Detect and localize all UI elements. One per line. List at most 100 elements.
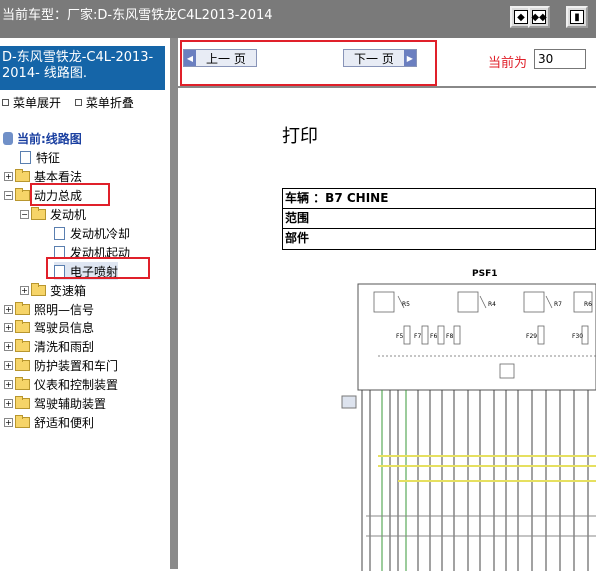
- expand-icon[interactable]: +: [4, 379, 13, 389]
- folder-icon: [15, 376, 30, 390]
- main-viewer: ◀ 上一 页 下一 页 ▶ 当前为 打印 车辆 ：B7 CHINE 范围 部件 …: [178, 38, 596, 571]
- tree-item-label: 特征: [36, 150, 61, 165]
- folder-icon: [15, 301, 30, 315]
- relay-label: R4: [488, 301, 496, 308]
- extra-tool-icon: ▮: [570, 10, 584, 24]
- tree-item-label: 基本看法: [34, 169, 83, 184]
- expand-icon[interactable]: +: [4, 304, 13, 314]
- info-row-component: 部件: [285, 231, 310, 245]
- tree-item-label: 清洗和雨刮: [34, 339, 95, 354]
- highlight-powertrain: [30, 183, 110, 206]
- panel-splitter[interactable]: [170, 38, 178, 569]
- print-title: 打印: [282, 126, 318, 147]
- tree-item-engine[interactable]: − 发动机: [20, 205, 86, 223]
- collapse-all-button[interactable]: 菜单折叠: [74, 96, 134, 110]
- expand-icon[interactable]: +: [20, 285, 29, 295]
- fit-page-icon: ◆: [514, 10, 528, 24]
- relay-label: R6: [584, 301, 592, 308]
- diagram-title: PSF1: [472, 269, 498, 279]
- tree-root-label: 当前:线路图: [17, 131, 82, 146]
- expand-icon[interactable]: +: [4, 171, 13, 181]
- expand-icon[interactable]: +: [4, 341, 13, 351]
- collapse-all-label: 菜单折叠: [85, 96, 134, 110]
- folder-icon: [15, 338, 30, 352]
- tree-item-gearbox[interactable]: + 变速箱: [20, 281, 86, 299]
- expand-all-label: 菜单展开: [13, 96, 62, 110]
- tree-item-label: 舒适和便利: [34, 415, 95, 430]
- highlight-injection: [46, 257, 150, 279]
- fuse: [537, 325, 545, 345]
- tree-item-feature[interactable]: 特征: [20, 148, 60, 166]
- expand-icon[interactable]: +: [4, 398, 13, 408]
- folder-icon: [15, 319, 30, 333]
- collapse-icon[interactable]: −: [20, 209, 29, 219]
- page-number-input[interactable]: [534, 49, 586, 69]
- tree-item-engine-cooling[interactable]: 发动机冷却: [54, 224, 130, 242]
- sidebar-header: D-东风雪铁龙-C4L-2013-2014- 线路图.: [0, 46, 165, 90]
- relay-label: R7: [554, 301, 562, 308]
- connector-box: [499, 363, 515, 379]
- document-page: 打印 车辆 ：B7 CHINE 范围 部件 PSF1 R5 R4 R7 R6 F…: [178, 86, 596, 571]
- folder-icon: [15, 395, 30, 409]
- tree-item-wash-wipe[interactable]: + 清洗和雨刮: [4, 337, 94, 355]
- tree-item-label: 防护装置和车门: [34, 358, 119, 373]
- fuse-label: F8: [446, 333, 453, 340]
- tree-item-driving-assist[interactable]: + 驾驶辅助装置: [4, 394, 106, 412]
- tree-item-protection-doors[interactable]: + 防护装置和车门: [4, 356, 118, 374]
- tree-item-label: 仪表和控制装置: [34, 377, 119, 392]
- database-icon: [3, 131, 13, 145]
- tree-item-label: 变速箱: [50, 283, 87, 298]
- relay-box: [523, 291, 545, 313]
- folder-open-icon: [31, 206, 46, 220]
- folder-icon: [15, 357, 30, 371]
- fuse: [437, 325, 445, 345]
- tree-item-label: 驾驶员信息: [34, 320, 95, 335]
- fit-width-button[interactable]: ◆◆: [528, 6, 550, 28]
- fuse-label: F29: [526, 333, 537, 340]
- tree-item-label: 照明—信号: [34, 302, 95, 317]
- current-page-label: 当前为: [488, 56, 528, 71]
- fuse: [453, 325, 461, 345]
- menu-operations: 菜单展开 菜单折叠: [2, 94, 144, 111]
- fuse-label: F5: [396, 333, 403, 340]
- window-title: 当前车型：厂家:D-东风雪铁龙C4L2013-2014: [2, 8, 273, 23]
- tree-item-label: 驾驶辅助装置: [34, 396, 107, 411]
- expand-all-button[interactable]: 菜单展开: [2, 96, 61, 110]
- relay-box: [373, 291, 395, 313]
- tree-item-label: 发动机冷却: [70, 226, 131, 241]
- relay-label: R5: [402, 301, 410, 308]
- fuse-label: F6: [430, 333, 437, 340]
- folder-icon: [15, 414, 30, 428]
- tree-item-instruments[interactable]: + 仪表和控制装置: [4, 375, 118, 393]
- collapse-icon[interactable]: −: [4, 190, 13, 200]
- tree-item-label: 发动机: [50, 207, 87, 222]
- ground-symbol: [341, 395, 357, 409]
- highlight-page-nav: [180, 40, 437, 86]
- document-icon: [20, 150, 31, 164]
- tree-item-driver-info[interactable]: + 驾驶员信息: [4, 318, 94, 336]
- square-icon: [2, 99, 9, 106]
- relay-box: [457, 291, 479, 313]
- square-icon: [74, 99, 82, 106]
- folder-open-icon: [15, 187, 30, 201]
- fuse-label: F7: [414, 333, 421, 340]
- info-table: 车辆 ：B7 CHINE 范围 部件: [282, 188, 596, 250]
- fit-width-icon: ◆◆: [531, 10, 547, 24]
- info-row-vehicle: 车辆 ：B7 CHINE: [283, 189, 595, 209]
- folder-icon: [15, 168, 30, 182]
- expand-icon[interactable]: +: [4, 417, 13, 427]
- expand-icon[interactable]: +: [4, 322, 13, 332]
- extra-tool-button[interactable]: ▮: [566, 6, 588, 28]
- tree-item-comfort[interactable]: + 舒适和便利: [4, 413, 94, 431]
- folder-icon: [31, 282, 46, 296]
- tree-root[interactable]: 当前:线路图: [3, 129, 82, 147]
- fuse-label: F30: [572, 333, 583, 340]
- fuse: [403, 325, 411, 345]
- expand-icon[interactable]: +: [4, 360, 13, 370]
- window-titlebar: 当前车型：厂家:D-东风雪铁龙C4L2013-2014 ◆ ◆◆ ▮: [0, 0, 596, 38]
- info-row-range: 范围: [283, 209, 595, 229]
- tree-item-lighting[interactable]: + 照明—信号: [4, 300, 94, 318]
- fuse: [421, 325, 429, 345]
- document-icon: [54, 226, 65, 240]
- wiring-diagram: PSF1 R5 R4 R7 R6 F5 F7 F6 F8 F29 F30: [341, 269, 596, 571]
